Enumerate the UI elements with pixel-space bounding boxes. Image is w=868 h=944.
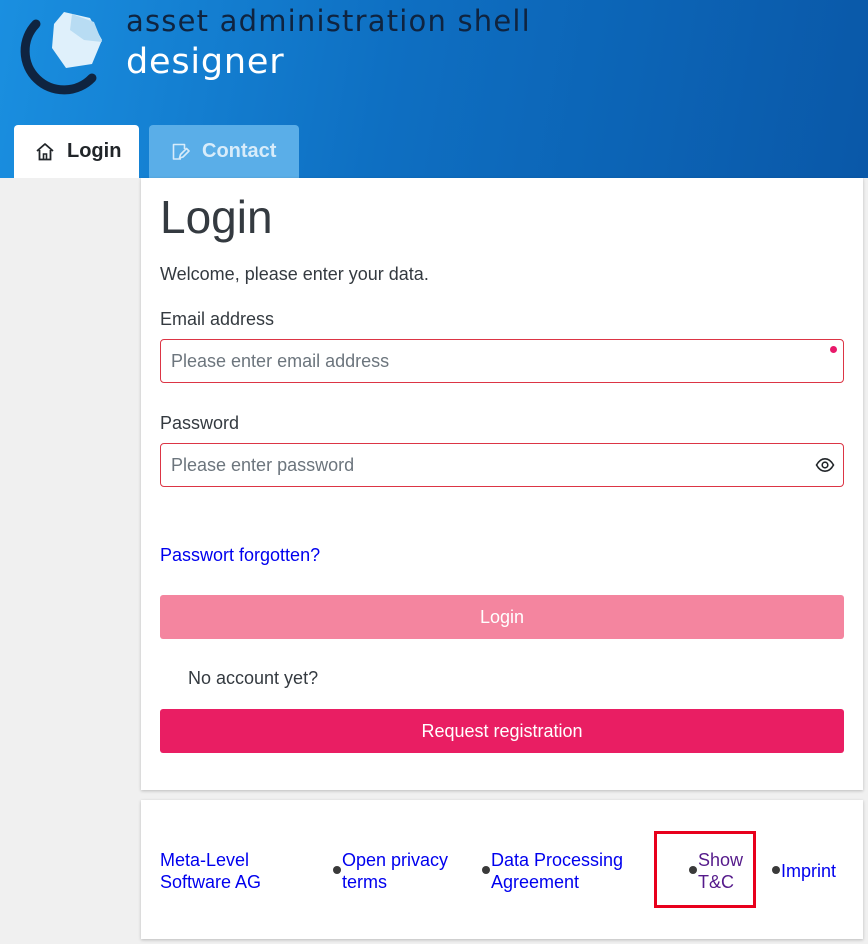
footer-bullet: [482, 866, 490, 874]
request-registration-button[interactable]: Request registration: [160, 709, 844, 753]
required-indicator: [830, 346, 837, 353]
password-field[interactable]: [161, 444, 843, 486]
footer-bullet: [772, 866, 780, 874]
tab-contact-label: Contact: [202, 140, 277, 162]
footer-bullet: [333, 866, 341, 874]
footer-link-company-line1: Meta-Level: [160, 850, 250, 870]
login-button[interactable]: Login: [160, 595, 844, 639]
forgot-password-link[interactable]: Passwort forgotten?: [160, 545, 320, 566]
footer-link-imprint-label: Imprint: [781, 861, 837, 881]
tab-contact[interactable]: Contact: [149, 125, 299, 178]
app-logo-icon: [20, 12, 102, 95]
footer-link-privacy-line1: Open privacy: [342, 850, 449, 870]
footer-link-data-processing-line1: Data Processing: [491, 850, 624, 870]
tab-login[interactable]: Login: [14, 125, 139, 178]
footer-link-company-line2: Software AG: [160, 872, 262, 892]
email-field-container: [160, 339, 844, 383]
edit-icon: [172, 143, 190, 160]
app-header: asset administration shell designer Logi…: [0, 0, 868, 178]
page-title: Login: [160, 191, 273, 243]
brand-title: asset administration shell: [126, 4, 531, 38]
login-card: Login Welcome, please enter your data. E…: [141, 178, 863, 790]
show-password-eye-icon[interactable]: [815, 455, 835, 475]
welcome-text: Welcome, please enter your data.: [160, 264, 429, 284]
highlight-box: [654, 831, 756, 908]
page: asset administration shell designer Logi…: [0, 0, 868, 944]
email-field[interactable]: [161, 340, 843, 382]
footer-link-data-processing-line2: Agreement: [491, 872, 580, 892]
footer-link-imprint[interactable]: Imprint: [781, 860, 836, 882]
password-field-container: [160, 443, 844, 487]
footer-link-privacy[interactable]: Open privacy terms: [342, 849, 448, 893]
footer-link-company[interactable]: Meta-Level Software AG: [160, 849, 261, 893]
no-account-text: No account yet?: [188, 668, 319, 688]
footer-link-data-processing[interactable]: Data Processing Agreement: [491, 849, 623, 893]
tab-login-label: Login: [67, 140, 122, 162]
footer-link-privacy-line2: terms: [342, 872, 387, 892]
brand-subtitle: designer: [126, 42, 285, 82]
email-label: Email address: [160, 309, 275, 329]
home-icon: [36, 142, 54, 160]
password-label: Password: [160, 413, 240, 433]
